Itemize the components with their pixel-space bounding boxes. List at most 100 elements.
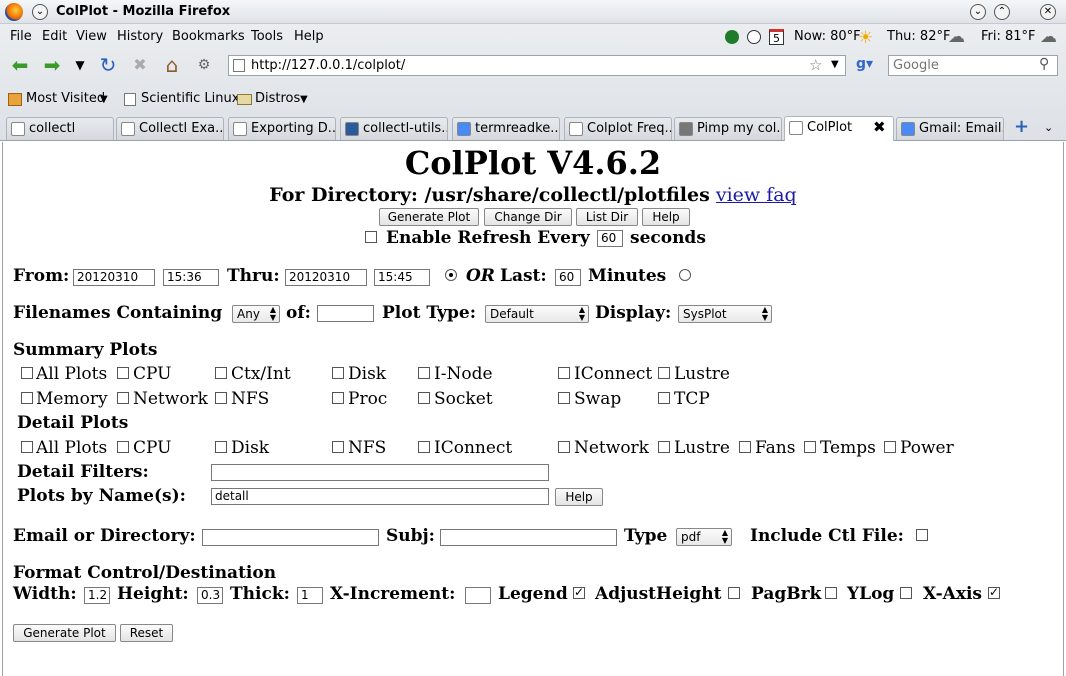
detail-filters-input[interactable]: [211, 464, 549, 481]
thru-time-input[interactable]: 15:45: [374, 269, 430, 286]
window-menu-icon[interactable]: ⌄: [32, 4, 48, 20]
summary-ctxint-checkbox[interactable]: [215, 367, 227, 379]
tab-collectl-examples[interactable]: Collectl Exa...: [116, 117, 224, 140]
email-input[interactable]: [202, 529, 379, 546]
detail-iconnect-checkbox[interactable]: [418, 441, 430, 453]
tab-colplot-faq[interactable]: Colplot Freq...: [564, 117, 672, 140]
detail-cpu-checkbox[interactable]: [117, 441, 129, 453]
chevron-down-icon[interactable]: ▼: [300, 94, 308, 105]
tab-colplot[interactable]: ColPlot ✖: [784, 116, 894, 141]
menu-file[interactable]: File: [10, 29, 32, 44]
summary-swap-checkbox[interactable]: [558, 392, 570, 404]
detail-disk-checkbox[interactable]: [215, 441, 227, 453]
tab-list-icon[interactable]: ⌄: [1044, 121, 1053, 134]
url-input[interactable]: [251, 57, 811, 74]
generate-plot-bottom-button[interactable]: Generate Plot: [13, 624, 116, 642]
from-time-input[interactable]: 15:36: [163, 269, 219, 286]
display-select[interactable]: SysPlot ▲ ▼: [678, 305, 772, 323]
plot-type-select[interactable]: Default ▲ ▼: [485, 305, 589, 323]
detail-nfs-checkbox[interactable]: [332, 441, 344, 453]
tab-collectl-utils[interactable]: collectl-utils...: [340, 117, 448, 140]
reset-button[interactable]: Reset: [120, 624, 173, 642]
stop-icon[interactable]: ✖: [128, 54, 152, 78]
summary-disk-checkbox[interactable]: [332, 367, 344, 379]
close-window-icon[interactable]: ✕: [1040, 4, 1056, 20]
history-dropdown-icon[interactable]: ▼: [68, 54, 92, 78]
search-icon[interactable]: ⚲: [1039, 56, 1049, 72]
pagbrk-checkbox[interactable]: [825, 587, 837, 599]
url-bar[interactable]: ☆ ▼: [228, 55, 846, 76]
forward-arrow-icon[interactable]: ➡: [40, 54, 64, 78]
output-type-select[interactable]: pdf ▲ ▼: [676, 528, 732, 546]
chevron-down-icon[interactable]: ▼: [100, 94, 108, 105]
url-dropdown-icon[interactable]: ▼: [831, 59, 839, 70]
summary-network-checkbox[interactable]: [117, 392, 129, 404]
list-dir-button[interactable]: List Dir: [576, 208, 638, 226]
from-date-input[interactable]: 20120310: [73, 269, 155, 286]
adjust-height-checkbox[interactable]: [728, 587, 740, 599]
menu-tools[interactable]: Tools: [251, 29, 283, 44]
detail-power-checkbox[interactable]: [884, 441, 896, 453]
summary-iconnect-checkbox[interactable]: [558, 367, 570, 379]
reload-icon[interactable]: ↻: [96, 54, 120, 78]
detail-lustre-checkbox[interactable]: [658, 441, 670, 453]
new-tab-icon[interactable]: +: [1014, 116, 1029, 137]
tab-termreadkey[interactable]: termreadke...: [452, 117, 560, 140]
filename-pattern-input[interactable]: [317, 305, 374, 322]
filename-match-select[interactable]: Any ▲ ▼: [232, 305, 280, 323]
summary-tcp-checkbox[interactable]: [658, 392, 670, 404]
search-box[interactable]: ⚲: [888, 55, 1058, 76]
menu-edit[interactable]: Edit: [42, 29, 67, 44]
summary-inode-checkbox[interactable]: [418, 367, 430, 379]
height-input[interactable]: 0.3: [197, 587, 223, 604]
tab-pimp-my-colplot[interactable]: Pimp my col...: [674, 117, 782, 140]
include-ctl-checkbox[interactable]: [916, 529, 928, 541]
close-tab-icon[interactable]: ✖: [873, 117, 886, 138]
x-increment-input[interactable]: [465, 587, 491, 604]
refresh-checkbox[interactable]: [365, 231, 377, 243]
last-minutes-radio[interactable]: [679, 269, 691, 281]
weather-fri[interactable]: Fri: 81°F: [981, 29, 1036, 44]
thick-input[interactable]: 1: [297, 587, 323, 604]
thru-date-input[interactable]: 20120310: [285, 269, 367, 286]
detail-network-checkbox[interactable]: [558, 441, 570, 453]
help-button[interactable]: Help: [642, 208, 690, 226]
minimize-icon[interactable]: ⌄: [970, 4, 986, 20]
menu-bookmarks[interactable]: Bookmarks: [172, 29, 245, 44]
menu-view[interactable]: View: [76, 29, 107, 44]
detail-fans-checkbox[interactable]: [739, 441, 751, 453]
summary-lustre-checkbox[interactable]: [658, 367, 670, 379]
weather-thu[interactable]: Thu: 82°F: [887, 29, 950, 44]
legend-checkbox[interactable]: [573, 585, 585, 599]
x-axis-checkbox[interactable]: [988, 585, 1000, 599]
status-green-icon[interactable]: [725, 30, 739, 44]
tab-gmail[interactable]: Gmail: Email...: [896, 117, 1004, 140]
menu-history[interactable]: History: [117, 29, 163, 44]
view-faq-link[interactable]: view faq: [716, 184, 797, 206]
summary-socket-checkbox[interactable]: [418, 392, 430, 404]
detail-temps-checkbox[interactable]: [804, 441, 816, 453]
search-engine-icon[interactable]: g▾: [856, 56, 873, 72]
summary-proc-checkbox[interactable]: [332, 392, 344, 404]
summary-nfs-checkbox[interactable]: [215, 392, 227, 404]
bookmark-star-icon[interactable]: ☆: [809, 56, 822, 74]
detail-all-checkbox[interactable]: [21, 441, 33, 453]
ylog-checkbox[interactable]: [900, 587, 912, 599]
tab-exporting[interactable]: Exporting D...: [228, 117, 336, 140]
last-minutes-input[interactable]: 60: [555, 269, 581, 286]
tab-collectl[interactable]: collectl: [6, 117, 114, 140]
width-input[interactable]: 1.2: [84, 587, 110, 604]
menu-help[interactable]: Help: [294, 29, 324, 44]
generate-plot-button[interactable]: Generate Plot: [379, 208, 479, 226]
change-dir-button[interactable]: Change Dir: [484, 208, 572, 226]
summary-all-checkbox[interactable]: [21, 367, 33, 379]
clock-icon[interactable]: [747, 30, 761, 44]
addon-icon[interactable]: ⚙: [192, 54, 216, 78]
subject-input[interactable]: [440, 529, 617, 546]
maximize-icon[interactable]: ⌃: [994, 4, 1010, 20]
home-icon[interactable]: ⌂: [160, 54, 184, 78]
summary-cpu-checkbox[interactable]: [117, 367, 129, 379]
names-help-button[interactable]: Help: [555, 488, 603, 506]
search-input[interactable]: [893, 57, 1033, 74]
bookmark-most-visited[interactable]: Most Visited: [26, 91, 105, 106]
